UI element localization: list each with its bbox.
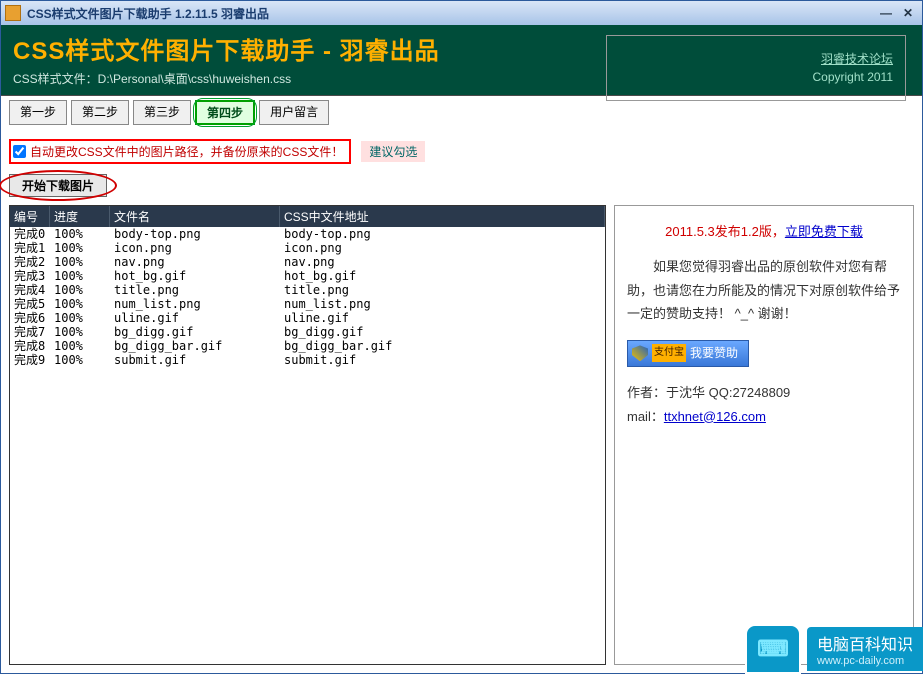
minimize-button[interactable]: —: [876, 4, 896, 22]
shield-icon: [632, 345, 648, 361]
tab-step2[interactable]: 第二步: [71, 100, 129, 125]
table-row[interactable]: 完成5100%num_list.pngnum_list.png: [10, 297, 605, 311]
donate-badge: 支付宝: [652, 344, 686, 362]
donate-label: 我要赞助: [690, 343, 738, 365]
table-row[interactable]: 完成0100%body-top.pngbody-top.png: [10, 227, 605, 241]
app-banner: CSS样式文件图片下载助手 - 羽睿出品 CSS样式文件：D:\Personal…: [1, 25, 922, 95]
col-header-url: CSS中文件地址: [280, 206, 605, 227]
step-tabs: 第一步 第二步 第三步 第四步 用户留言: [9, 100, 914, 125]
close-button[interactable]: ✕: [898, 4, 918, 22]
release-text: 2011.5.3发布1.2版，: [665, 224, 785, 239]
table-row[interactable]: 完成7100%bg_digg.gifbg_digg.gif: [10, 325, 605, 339]
download-grid: 编号 进度 文件名 CSS中文件地址 完成0100%body-top.pngbo…: [9, 205, 606, 665]
tab-step1[interactable]: 第一步: [9, 100, 67, 125]
tab-step4[interactable]: 第四步: [195, 100, 255, 125]
donate-button[interactable]: 支付宝 我要赞助: [627, 340, 749, 368]
window-title: CSS样式文件图片下载助手 1.2.11.5 羽睿出品: [27, 5, 876, 22]
col-header-id: 编号: [10, 206, 50, 227]
col-header-progress: 进度: [50, 206, 110, 227]
download-link[interactable]: 立即免费下载: [785, 224, 863, 239]
copyright: Copyright 2011: [619, 68, 893, 86]
table-row[interactable]: 完成4100%title.pngtitle.png: [10, 283, 605, 297]
table-row[interactable]: 完成8100%bg_digg_bar.gifbg_digg_bar.gif: [10, 339, 605, 353]
col-header-filename: 文件名: [110, 206, 280, 227]
forum-link[interactable]: 羽睿技术论坛: [619, 50, 893, 68]
table-row[interactable]: 完成2100%nav.pngnav.png: [10, 255, 605, 269]
auto-modify-option: 自动更改CSS文件中的图片路径，并备份原来的CSS文件！: [9, 139, 351, 164]
monitor-icon: ⌨: [745, 624, 801, 674]
start-download-button[interactable]: 开始下载图片: [9, 174, 107, 197]
watermark: ⌨ 电脑百科知识 www.pc-daily.com: [745, 624, 923, 674]
table-row[interactable]: 完成6100%uline.gifuline.gif: [10, 311, 605, 325]
auto-modify-checkbox[interactable]: [13, 145, 26, 158]
titlebar: CSS样式文件图片下载助手 1.2.11.5 羽睿出品 — ✕: [1, 1, 922, 25]
app-icon: [5, 5, 21, 21]
watermark-url: www.pc-daily.com: [817, 655, 913, 667]
table-row[interactable]: 完成9100%submit.gifsubmit.gif: [10, 353, 605, 367]
promo-body: 如果您觉得羽睿出品的原创软件对您有帮助，也请您在力所能及的情况下对原创软件给予一…: [627, 255, 901, 325]
mail-label: mail：: [627, 409, 664, 424]
tab-step3[interactable]: 第三步: [133, 100, 191, 125]
author-line: 作者：于沈华 QQ:27248809: [627, 381, 901, 404]
grid-header: 编号 进度 文件名 CSS中文件地址: [10, 206, 605, 227]
option-hint: 建议勾选: [361, 141, 425, 162]
table-row[interactable]: 完成1100%icon.pngicon.png: [10, 241, 605, 255]
table-row[interactable]: 完成3100%hot_bg.gifhot_bg.gif: [10, 269, 605, 283]
auto-modify-label: 自动更改CSS文件中的图片路径，并备份原来的CSS文件！: [30, 143, 343, 160]
watermark-brand: 电脑百科知识: [817, 631, 913, 655]
mail-link[interactable]: ttxhnet@126.com: [664, 409, 766, 424]
tab-feedback[interactable]: 用户留言: [259, 100, 329, 125]
promo-panel: 2011.5.3发布1.2版，立即免费下载 如果您觉得羽睿出品的原创软件对您有帮…: [614, 205, 914, 665]
